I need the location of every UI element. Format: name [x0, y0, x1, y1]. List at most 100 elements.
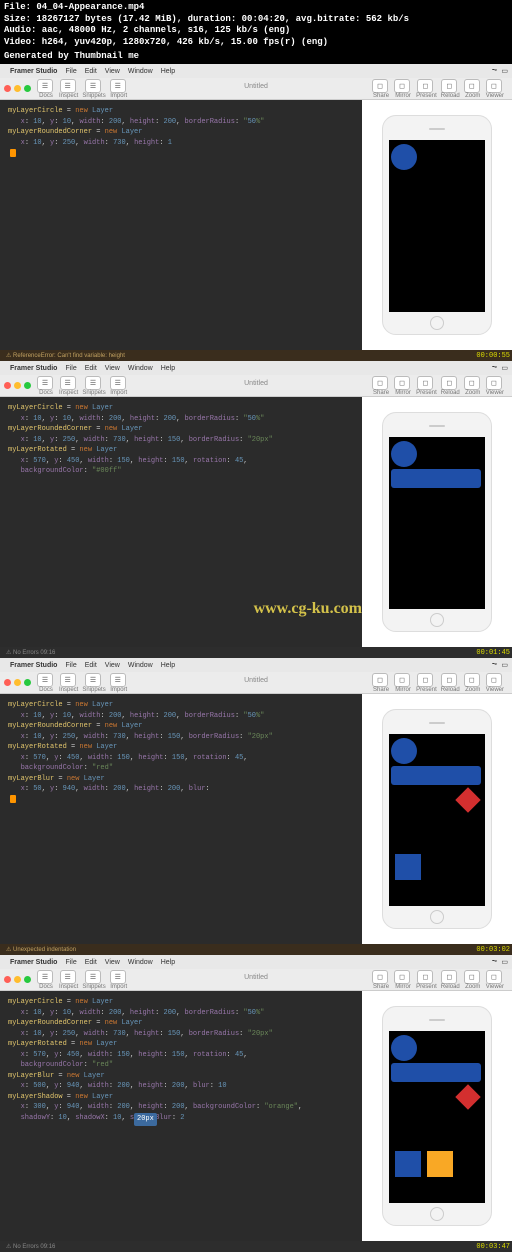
menu-item[interactable]: View — [105, 68, 120, 75]
menu-item[interactable]: View — [105, 365, 120, 372]
close-button[interactable] — [4, 679, 11, 686]
toolbar-button[interactable]: ☰ — [37, 970, 53, 984]
battery-icon[interactable]: ▭ — [501, 364, 508, 372]
menu-item[interactable]: Help — [161, 662, 175, 669]
toolbar-button[interactable]: ◻ — [441, 376, 457, 390]
toolbar-button[interactable]: ◻ — [441, 970, 457, 984]
menu-item[interactable]: Edit — [85, 68, 97, 75]
close-button[interactable] — [4, 382, 11, 389]
menu-item[interactable]: Edit — [85, 662, 97, 669]
toolbar-button[interactable]: ☰ — [110, 970, 126, 984]
menu-item[interactable]: File — [65, 365, 76, 372]
toolbar-label: Share — [373, 93, 389, 99]
menu-item[interactable]: File — [65, 662, 76, 669]
toolbar-button[interactable]: ◻ — [486, 673, 502, 687]
toolbar-button[interactable]: ◻ — [372, 376, 388, 390]
menu-item[interactable]: Window — [128, 662, 153, 669]
menu-item[interactable]: Edit — [85, 959, 97, 966]
toolbar-button[interactable]: ☰ — [60, 376, 76, 390]
maximize-button[interactable] — [24, 382, 31, 389]
toolbar-button[interactable]: ◻ — [441, 79, 457, 93]
maximize-button[interactable] — [24, 85, 31, 92]
toolbar-button[interactable]: ◻ — [394, 376, 410, 390]
maximize-button[interactable] — [24, 976, 31, 983]
app-menu[interactable]: Framer Studio — [10, 365, 57, 372]
wifi-icon[interactable]: ⏦ — [492, 364, 498, 372]
minimize-button[interactable] — [14, 679, 21, 686]
toolbar-button[interactable]: ◻ — [417, 79, 433, 93]
toolbar-button[interactable]: ◻ — [464, 970, 480, 984]
thumbnail-timecode: 00:03:02 — [476, 946, 510, 954]
toolbar-button[interactable]: ◻ — [394, 79, 410, 93]
autocomplete-tooltip[interactable]: 20px — [134, 1113, 157, 1126]
toolbar-button[interactable]: ◻ — [372, 79, 388, 93]
menu-item[interactable]: Window — [128, 365, 153, 372]
minimize-button[interactable] — [14, 976, 21, 983]
toolbar-button[interactable]: ◻ — [486, 970, 502, 984]
toolbar-button[interactable]: ◻ — [394, 673, 410, 687]
menu-item[interactable]: Help — [161, 68, 175, 75]
toolbar-button[interactable]: ☰ — [85, 673, 101, 687]
toolbar-button[interactable]: ☰ — [37, 376, 53, 390]
battery-icon[interactable]: ▭ — [501, 67, 508, 75]
code-editor[interactable]: myLayerCircle = new Layer x: 10, y: 10, … — [0, 694, 362, 944]
menu-item[interactable]: View — [105, 662, 120, 669]
maximize-button[interactable] — [24, 679, 31, 686]
toolbar-button[interactable]: ◻ — [464, 376, 480, 390]
toolbar-label: Viewer — [486, 687, 504, 693]
toolbar-button[interactable]: ◻ — [464, 673, 480, 687]
app-menu[interactable]: Framer Studio — [10, 68, 57, 75]
toolbar-label: Docs — [39, 93, 53, 99]
toolbar-label: Inspect — [59, 984, 78, 990]
toolbar-button[interactable]: ◻ — [464, 79, 480, 93]
thumbnail-frame: Framer Studio File Edit View Window Help ⏦ ▭… — [0, 658, 512, 955]
toolbar-label: Zoom — [465, 687, 480, 693]
toolbar-button[interactable]: ☰ — [85, 376, 101, 390]
menu-item[interactable]: File — [65, 68, 76, 75]
minimize-button[interactable] — [14, 85, 21, 92]
wifi-icon[interactable]: ⏦ — [492, 661, 498, 669]
toolbar-button[interactable]: ◻ — [372, 970, 388, 984]
toolbar-button[interactable]: ◻ — [441, 673, 457, 687]
minimize-button[interactable] — [14, 382, 21, 389]
toolbar-button[interactable]: ☰ — [110, 79, 126, 93]
toolbar-button[interactable]: ☰ — [60, 970, 76, 984]
toolbar-button[interactable]: ☰ — [60, 79, 76, 93]
toolbar-button[interactable]: ☰ — [37, 673, 53, 687]
menu-item[interactable]: Window — [128, 68, 153, 75]
device-preview — [362, 397, 512, 647]
toolbar-button[interactable]: ☰ — [110, 376, 126, 390]
wifi-icon[interactable]: ⏦ — [492, 67, 498, 75]
close-button[interactable] — [4, 976, 11, 983]
wifi-icon[interactable]: ⏦ — [492, 958, 498, 966]
toolbar-button[interactable]: ◻ — [394, 970, 410, 984]
toolbar-button[interactable]: ☰ — [110, 673, 126, 687]
toolbar-button[interactable]: ☰ — [60, 673, 76, 687]
status-message: ⚠ No Errors 09:16 — [6, 649, 55, 656]
code-editor[interactable]: myLayerCircle = new Layer x: 10, y: 10, … — [0, 100, 362, 350]
menu-item[interactable]: Help — [161, 959, 175, 966]
toolbar-button[interactable]: ☰ — [85, 79, 101, 93]
app-content: myLayerCircle = new Layer x: 10, y: 10, … — [0, 100, 512, 350]
toolbar-button[interactable]: ☰ — [85, 970, 101, 984]
battery-icon[interactable]: ▭ — [501, 958, 508, 966]
app-menu[interactable]: Framer Studio — [10, 959, 57, 966]
menu-item[interactable]: Window — [128, 959, 153, 966]
toolbar-button[interactable]: ◻ — [417, 970, 433, 984]
toolbar-button[interactable]: ☰ — [37, 79, 53, 93]
menu-item[interactable]: File — [65, 959, 76, 966]
close-button[interactable] — [4, 85, 11, 92]
battery-icon[interactable]: ▭ — [501, 661, 508, 669]
menu-item[interactable]: View — [105, 959, 120, 966]
app-menu[interactable]: Framer Studio — [10, 662, 57, 669]
toolbar-button[interactable]: ◻ — [486, 376, 502, 390]
toolbar-button[interactable]: ◻ — [417, 673, 433, 687]
toolbar-button[interactable]: ◻ — [486, 79, 502, 93]
toolbar-button[interactable]: ◻ — [372, 673, 388, 687]
toolbar-button[interactable]: ◻ — [417, 376, 433, 390]
code-editor[interactable]: myLayerCircle = new Layer x: 10, y: 10, … — [0, 991, 362, 1241]
toolbar-label: Inspect — [59, 93, 78, 99]
toolbar-label: Present — [416, 390, 437, 396]
menu-item[interactable]: Help — [161, 365, 175, 372]
menu-item[interactable]: Edit — [85, 365, 97, 372]
